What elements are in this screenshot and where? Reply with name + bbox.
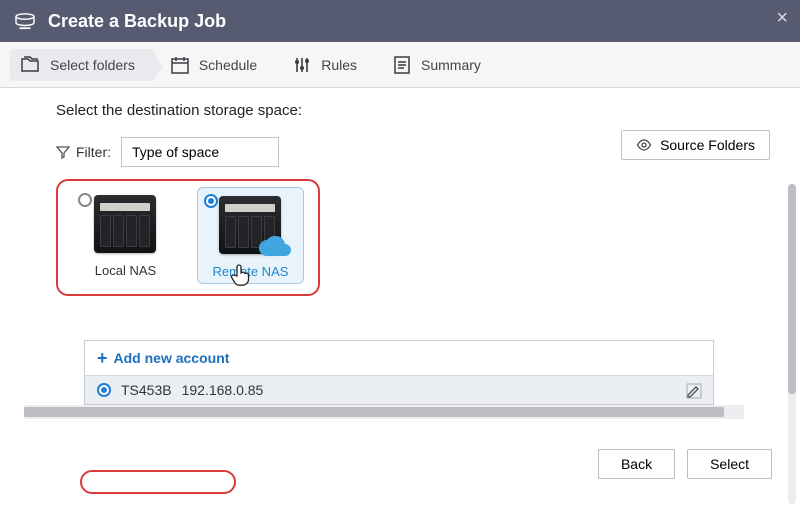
wizard-steps: Select folders Schedule Rules Summary: [0, 42, 800, 88]
edit-icon[interactable]: [685, 382, 703, 403]
select-button[interactable]: Select: [687, 449, 772, 479]
radio-icon: [78, 193, 92, 207]
destination-options: Local NAS Remote NAS: [56, 179, 320, 296]
scrollbar-thumb[interactable]: [788, 184, 796, 394]
vertical-scrollbar[interactable]: [788, 184, 796, 504]
radio-selected-icon: [97, 383, 111, 397]
destination-label: Remote NAS: [213, 264, 289, 279]
destination-local-nas[interactable]: Local NAS: [72, 187, 179, 284]
nas-icon: [94, 195, 156, 253]
account-ip: 192.168.0.85: [182, 382, 264, 398]
document-icon: [391, 55, 413, 75]
destination-label: Local NAS: [95, 263, 156, 278]
account-row[interactable]: TS453B 192.168.0.85: [85, 375, 713, 404]
folders-icon: [20, 55, 42, 75]
close-icon[interactable]: ×: [776, 8, 788, 28]
add-account-button[interactable]: + Add new account: [85, 341, 713, 375]
step-select-folders[interactable]: Select folders: [10, 49, 155, 81]
back-button[interactable]: Back: [598, 449, 675, 479]
content-area: Select the destination storage space: Fi…: [0, 88, 800, 507]
step-label: Summary: [421, 57, 481, 73]
annotation-highlight: [80, 470, 236, 494]
account-name: TS453B: [121, 382, 172, 398]
title-bar: Create a Backup Job ×: [0, 0, 800, 42]
nas-app-icon: [14, 12, 36, 30]
step-rules[interactable]: Rules: [281, 49, 377, 81]
nas-cloud-icon: [219, 196, 281, 254]
calendar-icon: [169, 55, 191, 75]
destination-remote-nas[interactable]: Remote NAS: [197, 187, 304, 284]
plus-icon: +: [97, 349, 108, 367]
horizontal-scrollbar[interactable]: [24, 405, 744, 419]
step-label: Schedule: [199, 57, 257, 73]
scrollbar-thumb[interactable]: [24, 407, 724, 417]
step-schedule[interactable]: Schedule: [159, 49, 277, 81]
step-label: Rules: [321, 57, 357, 73]
source-folders-button[interactable]: Source Folders: [621, 130, 770, 160]
step-label: Select folders: [50, 57, 135, 73]
step-summary[interactable]: Summary: [381, 49, 501, 81]
dialog-title: Create a Backup Job: [48, 11, 226, 32]
footer-buttons: Back Select: [598, 449, 772, 479]
filter-type-select[interactable]: Type of space: [121, 137, 279, 167]
filter-label: Filter:: [56, 144, 111, 160]
cloud-icon: [257, 236, 291, 260]
section-heading: Select the destination storage space:: [56, 102, 780, 119]
eye-icon: [636, 139, 652, 151]
filter-icon: [56, 145, 70, 159]
sliders-icon: [291, 55, 313, 75]
accounts-panel: + Add new account TS453B 192.168.0.85: [84, 340, 714, 405]
radio-icon: [204, 194, 218, 208]
